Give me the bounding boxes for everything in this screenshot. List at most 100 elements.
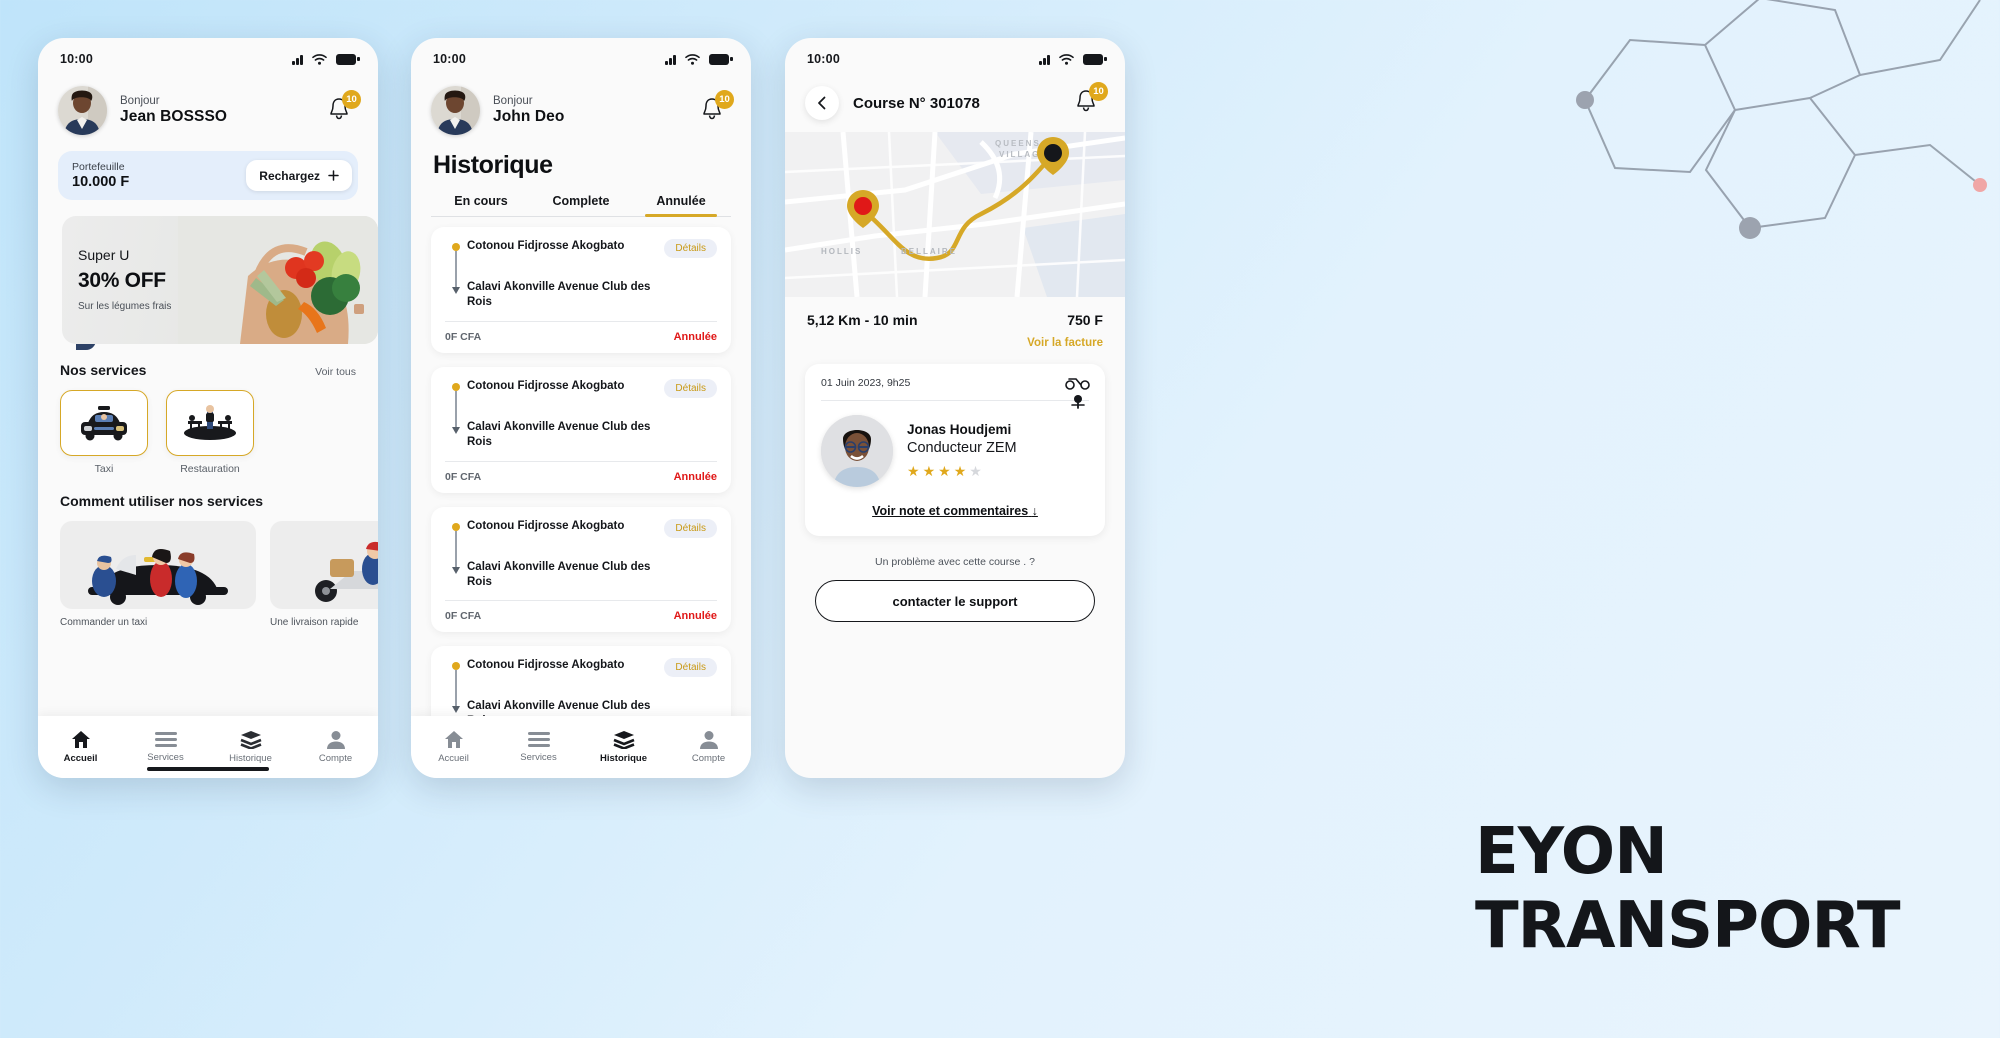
svg-text:BELLAIRE: BELLAIRE: [901, 247, 957, 256]
service-restauration[interactable]: Restauration: [166, 390, 254, 475]
tab-services-label: Services: [147, 752, 184, 763]
trip-summary: 5,12 Km - 10 min 750 F: [785, 297, 1125, 328]
status-bar: 10:00: [785, 38, 1125, 80]
route-map[interactable]: HOLLIS BELLAIRE QUEENS VILLAGE: [785, 132, 1125, 297]
tab-historique-label: Historique: [600, 753, 647, 764]
services-row: Taxi Restauration: [38, 378, 378, 475]
svg-text:QUEENS: QUEENS: [995, 139, 1041, 148]
tab-accueil-label: Accueil: [63, 753, 98, 764]
howto-title: Comment utiliser nos services: [60, 493, 264, 509]
phone-ride-detail-screen: 10:00 Course N° 301078 10 HOLLIS BELLAIR…: [785, 38, 1125, 778]
ride-datetime: 01 Juin 2023, 9h25: [821, 377, 911, 389]
greeting-label: Bonjour: [493, 95, 533, 107]
route-indicator: [445, 379, 467, 434]
history-item[interactable]: Cotonou Fidjrosse Akogbato Calavi Akonvi…: [431, 227, 731, 353]
home-icon: [444, 731, 463, 748]
route-indicator: [445, 239, 467, 294]
promo-discount: 30% OFF: [78, 268, 166, 292]
wallet-amount: 10.000 F: [72, 174, 130, 190]
tab-complete[interactable]: Complete: [531, 194, 631, 216]
chevron-left-icon: [818, 96, 826, 110]
recharge-button[interactable]: Rechargez: [246, 160, 352, 191]
support-question: Un problème avec cette course . ?: [875, 556, 1035, 568]
menu-lines-icon: [154, 732, 177, 747]
trip-price: 750 F: [1067, 312, 1103, 328]
status-bar: 10:00: [411, 38, 751, 80]
route-indicator: [445, 658, 467, 714]
howto-caption-taxi: Commander un taxi: [60, 617, 148, 628]
see-all-services-link[interactable]: Voir tous: [315, 366, 356, 378]
history-item[interactable]: Cotonou Fidjrosse Akogbato Calavi Akonvi…: [431, 506, 731, 633]
tab-accueil[interactable]: Accueil: [38, 730, 123, 764]
wallet-card[interactable]: Portefeuille 10.000 F Rechargez: [58, 151, 358, 200]
brand-line-1: EYON: [1475, 815, 1668, 889]
layers-icon: [240, 731, 261, 749]
restaurant-icon: [184, 405, 236, 440]
star-5: ★: [969, 463, 982, 479]
tab-services[interactable]: Services: [123, 731, 208, 763]
map-canvas: HOLLIS BELLAIRE QUEENS VILLAGE: [785, 132, 1125, 297]
molecule-node: [1739, 217, 1761, 239]
details-button[interactable]: Détails: [664, 239, 717, 258]
history-tabs: En cours Complete Annulée: [431, 194, 731, 217]
tab-historique[interactable]: Historique: [581, 730, 666, 764]
route-indicator: [445, 519, 467, 574]
molecule-node: [1973, 178, 1987, 192]
ride-detail-header: Course N° 301078 10: [785, 80, 1125, 120]
details-button[interactable]: Détails: [664, 518, 717, 538]
layers-icon: [613, 731, 634, 749]
tab-services[interactable]: Services: [496, 731, 581, 763]
tab-historique-label: Historique: [229, 753, 272, 764]
ride-origin: Cotonou Fidjrosse Akogbato: [467, 379, 625, 392]
details-button[interactable]: Détails: [664, 658, 717, 678]
invoice-link[interactable]: Voir la facture: [785, 328, 1125, 349]
route-end-arrow: [452, 566, 460, 574]
reviews-link-label: Voir note et commentaires: [872, 504, 1029, 518]
details-button[interactable]: Détails: [664, 378, 717, 398]
wallet-label: Portefeuille: [72, 161, 125, 173]
howto-card-taxi[interactable]: Commander un taxi: [60, 521, 256, 628]
history-item[interactable]: Cotonou Fidjrosse Akogbato Calavi Akonvi…: [431, 366, 731, 493]
tab-en-cours[interactable]: En cours: [431, 194, 531, 216]
tab-compte[interactable]: Compte: [666, 730, 751, 764]
tab-annulee[interactable]: Annulée: [631, 194, 731, 217]
driver-card: 01 Juin 2023, 9h25 Jonas Houdjemi Conduc…: [805, 364, 1105, 536]
service-taxi-label: Taxi: [94, 463, 114, 475]
page-title: Course N° 301078: [853, 94, 980, 112]
avatar[interactable]: [431, 86, 480, 135]
notifications-button[interactable]: 10: [1071, 82, 1108, 120]
tab-accueil[interactable]: Accueil: [411, 730, 496, 764]
wifi-icon: [312, 53, 327, 65]
avatar[interactable]: [58, 86, 107, 135]
promo-banner[interactable]: Super U 30% OFF Sur les légumes frais: [38, 216, 378, 350]
home-indicator: [147, 766, 269, 771]
howto-card-delivery[interactable]: Une livraison rapide: [270, 521, 378, 628]
person-icon: [699, 731, 718, 749]
history-header: Bonjour John Deo 10: [411, 80, 751, 135]
reviews-link[interactable]: Voir note et commentaires ↓: [821, 504, 1089, 518]
route-start-dot: [452, 382, 460, 391]
route-start-dot: [452, 662, 460, 671]
promo-subtitle: Sur les légumes frais: [78, 300, 172, 312]
driver-rating[interactable]: ★ ★ ★ ★ ★: [907, 463, 1017, 480]
person-icon: [326, 731, 345, 749]
service-restauration-label: Restauration: [180, 463, 240, 475]
service-taxi[interactable]: Taxi: [60, 390, 148, 475]
howto-section-header: Comment utiliser nos services: [38, 475, 378, 509]
notifications-button[interactable]: 10: [697, 89, 734, 128]
ride-origin: Cotonou Fidjrosse Akogbato: [467, 659, 625, 672]
route-line: [455, 390, 457, 427]
driver-avatar[interactable]: [821, 415, 893, 487]
status-time: 10:00: [433, 52, 466, 66]
notifications-button[interactable]: 10: [324, 89, 361, 128]
back-button[interactable]: [805, 86, 839, 120]
phone-history-screen: 10:00 Bonjour John Deo 10 Historique En …: [411, 38, 751, 778]
user-name: John Deo: [493, 108, 565, 125]
contact-support-button[interactable]: contacter le support: [815, 580, 1095, 622]
notification-badge: 10: [1089, 82, 1108, 101]
svg-text:HOLLIS: HOLLIS: [821, 247, 862, 256]
tab-historique[interactable]: Historique: [208, 730, 293, 764]
tab-compte[interactable]: Compte: [293, 730, 378, 764]
menu-lines-icon: [527, 732, 550, 747]
ride-status: Annulée: [673, 330, 717, 343]
